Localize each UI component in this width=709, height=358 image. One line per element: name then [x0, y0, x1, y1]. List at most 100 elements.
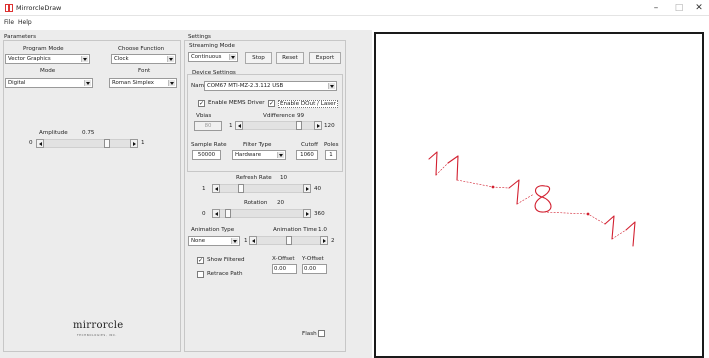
chevron-down-icon	[81, 56, 88, 62]
mode-select[interactable]: Digital	[5, 78, 93, 88]
refresh-decrease-button[interactable]	[212, 184, 220, 193]
mode-label: Mode	[40, 68, 56, 74]
rotation-slider[interactable]	[220, 209, 303, 218]
refresh-rate-min: 1	[202, 186, 206, 192]
digit-1-stroke	[508, 179, 520, 205]
rotation-max: 360	[314, 211, 325, 217]
filter-type-label: Filter Type	[243, 142, 272, 148]
mirrorcle-logo: mirrorcle	[73, 320, 124, 331]
animation-time-value: 1.0	[318, 227, 327, 233]
vdiff-min: 1	[229, 123, 233, 129]
animation-type-select[interactable]: None	[188, 236, 240, 246]
refresh-rate-max: 40	[314, 186, 322, 192]
animation-time-thumb[interactable]	[285, 236, 292, 245]
clock-preview-drawing	[428, 151, 636, 247]
refresh-rate-slider[interactable]	[220, 184, 303, 193]
chevron-down-icon	[277, 152, 284, 158]
vbias-label: Vbias	[196, 113, 212, 119]
connector-line	[435, 162, 627, 240]
x-offset-input[interactable]: 0.00	[272, 264, 297, 274]
font-select[interactable]: Roman Simplex	[109, 78, 177, 88]
streaming-mode-label: Streaming Mode	[189, 43, 235, 49]
trace-dot	[586, 212, 590, 216]
app-icon	[5, 4, 13, 12]
cutoff-label: Cutoff	[301, 142, 318, 148]
device-name-value: COM67 MTI-MZ-2.3.112 USB	[207, 83, 284, 89]
reset-button[interactable]: Reset	[276, 52, 304, 64]
enable-dout-label: Enable DOut / Laser	[278, 100, 338, 108]
streaming-mode-select[interactable]: Continuous	[188, 52, 238, 62]
choose-function-label: Choose Function	[118, 46, 165, 52]
y-offset-label: Y-Offset	[302, 256, 324, 262]
choose-function-value: Clock	[114, 56, 129, 62]
poles-label: Poles	[324, 142, 339, 148]
chevron-down-icon	[229, 54, 236, 60]
amplitude-max: 1	[141, 140, 145, 146]
flash-label: Flash	[302, 331, 317, 337]
cutoff-input[interactable]: 1060	[296, 150, 318, 160]
amplitude-value: 0.75	[82, 130, 95, 136]
refresh-increase-button[interactable]	[303, 184, 311, 193]
vdiff-increase-button[interactable]	[314, 121, 322, 130]
vdiff-decrease-button[interactable]	[235, 121, 243, 130]
streaming-mode-value: Continuous	[191, 54, 222, 60]
vdifference-slider[interactable]	[243, 121, 314, 130]
menu-help[interactable]: Help	[18, 19, 32, 26]
animation-time-min: 1	[244, 238, 248, 244]
window-title: MirrorcleDraw	[16, 4, 62, 12]
rotation-decrease-button[interactable]	[212, 209, 220, 218]
rotation-increase-button[interactable]	[303, 209, 311, 218]
program-mode-select[interactable]: Vector Graphics	[5, 54, 90, 64]
refresh-rate-thumb[interactable]	[237, 184, 244, 193]
menu-file[interactable]: File	[4, 19, 14, 26]
export-button[interactable]: Export	[309, 52, 341, 64]
rotation-thumb[interactable]	[224, 209, 231, 218]
retrace-path-checkbox[interactable]	[197, 271, 204, 278]
retrace-path-label: Retrace Path	[207, 271, 243, 277]
enable-mems-label: Enable MEMS Driver	[208, 100, 265, 106]
y-offset-input[interactable]: 0.00	[302, 264, 327, 274]
amplitude-increase-button[interactable]	[130, 139, 138, 148]
rotation-label: Rotation	[244, 200, 268, 206]
vdiff-max: 120	[324, 123, 335, 129]
filter-type-select[interactable]: Hardware	[232, 150, 286, 160]
rotation-value: 20	[277, 200, 285, 206]
enable-mems-checkbox[interactable]: ✓	[198, 100, 205, 107]
enable-dout-checkbox[interactable]: ✓	[268, 100, 275, 107]
rotation-min: 0	[202, 211, 206, 217]
stop-button[interactable]: Stop	[245, 52, 272, 64]
amplitude-thumb[interactable]	[104, 139, 110, 148]
amplitude-slider[interactable]	[44, 139, 130, 148]
mode-value: Digital	[8, 80, 26, 86]
digit-8-stroke	[534, 185, 552, 213]
amplitude-decrease-button[interactable]	[36, 139, 44, 148]
animation-time-label: Animation Time	[273, 227, 317, 233]
amplitude-label: Amplitude	[39, 130, 68, 136]
sample-rate-input[interactable]: 50000	[192, 150, 221, 160]
show-filtered-label: Show Filtered	[207, 257, 245, 263]
chevron-down-icon	[231, 238, 238, 244]
animation-time-max: 2	[331, 238, 335, 244]
font-label: Font	[138, 68, 151, 74]
program-mode-value: Vector Graphics	[8, 56, 51, 62]
close-button[interactable]: ✕	[684, 0, 709, 16]
digit-1-stroke	[625, 221, 636, 247]
vbias-input[interactable]: 80	[194, 121, 222, 131]
chevron-down-icon	[84, 80, 91, 86]
animation-type-value: None	[191, 238, 206, 244]
menu-bar	[0, 17, 709, 29]
digit-1-stroke	[604, 215, 615, 240]
animation-time-increase-button[interactable]	[320, 236, 328, 245]
filter-type-value: Hardware	[235, 152, 262, 158]
vdifference-label: Vdifference	[263, 113, 295, 119]
device-name-select[interactable]: COM67 MTI-MZ-2.3.112 USB	[204, 81, 337, 91]
vdifference-value: 99	[297, 113, 305, 119]
mirrorcle-logo-sub: TECHNOLOGIES, INC.	[77, 334, 118, 337]
poles-input[interactable]: 1	[325, 150, 337, 160]
animation-time-decrease-button[interactable]	[249, 236, 257, 245]
flash-checkbox[interactable]	[318, 330, 325, 337]
choose-function-select[interactable]: Clock	[111, 54, 176, 64]
show-filtered-checkbox[interactable]: ✓	[197, 257, 204, 264]
vdifference-thumb[interactable]	[296, 121, 303, 130]
animation-type-label: Animation Type	[191, 227, 235, 233]
